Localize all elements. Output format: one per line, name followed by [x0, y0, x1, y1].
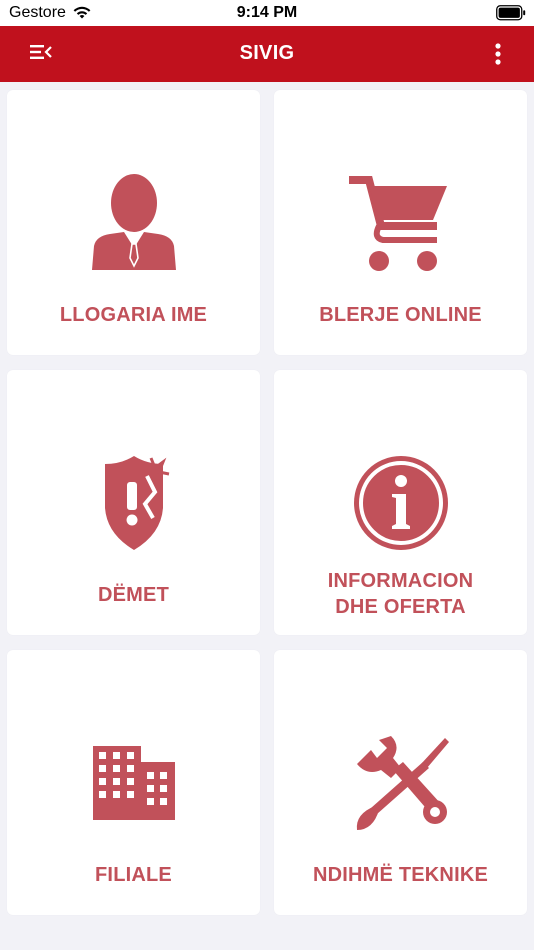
building-icon [92, 746, 175, 820]
tile-label: DËMET [98, 584, 169, 606]
battery-icon [496, 5, 526, 21]
tile-label: FILIALE [95, 864, 172, 886]
status-bar: Gestore 9:14 PM [0, 0, 534, 26]
info-icon [353, 456, 448, 550]
user-icon [91, 174, 176, 270]
more-vertical-icon [495, 43, 501, 65]
more-options-button[interactable] [490, 38, 506, 70]
tile-damages[interactable]: DËMET [7, 370, 260, 635]
tile-label: NDIHMË TEKNIKE [312, 864, 489, 886]
tile-label: BLERJE ONLINE [319, 304, 482, 326]
tile-label: LLOGARIA IME [59, 304, 208, 326]
tile-info-offers[interactable]: INFORMACION DHE OFERTA [274, 370, 527, 635]
status-time: 9:14 PM [236, 4, 298, 21]
tile-label-line-2: DHE OFERTA [335, 596, 466, 618]
page-title: SIVIG [239, 42, 295, 64]
tile-technical-help[interactable]: NDIHMË TEKNIKE [274, 650, 527, 915]
cart-icon [348, 176, 447, 271]
tile-label: INFORMACION DHE OFERTA [274, 568, 527, 620]
tools-icon [356, 736, 449, 830]
tile-label-line-1: INFORMACION [327, 570, 474, 592]
tile-my-account[interactable]: LLOGARIA IME [7, 90, 260, 355]
tile-online-purchase[interactable]: BLERJE ONLINE [274, 90, 527, 355]
damage-shield-icon [104, 456, 169, 550]
app-header: SIVIG [0, 26, 534, 82]
tile-branches[interactable]: FILIALE [7, 650, 260, 915]
